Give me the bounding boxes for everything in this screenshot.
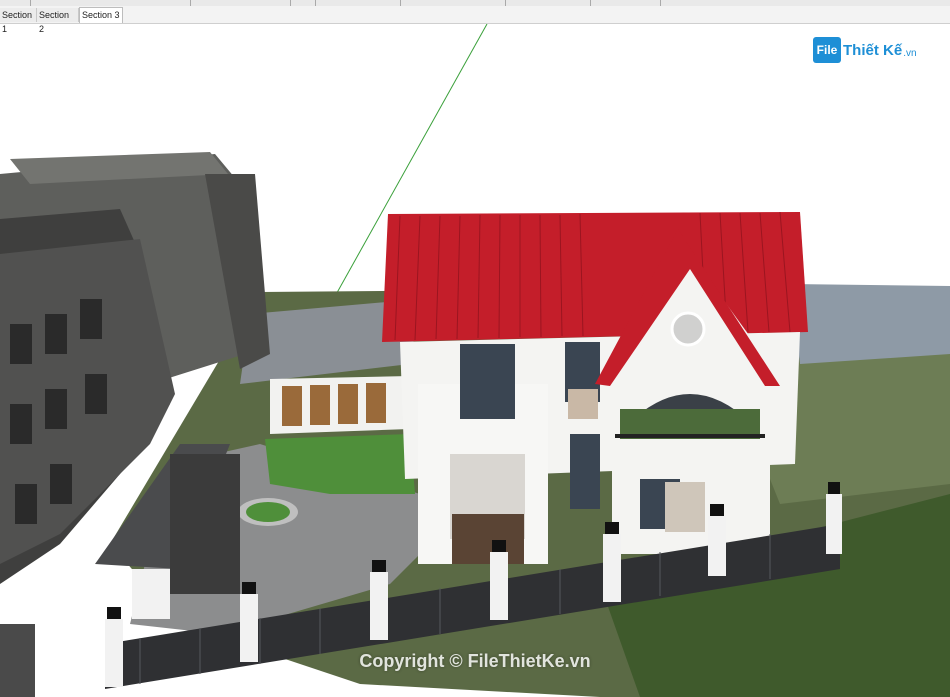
upper-window bbox=[460, 344, 515, 419]
gate-pillar bbox=[132, 569, 170, 619]
logo-badge: File bbox=[813, 37, 841, 63]
model-viewport[interactable]: File Thiết Kế .vn bbox=[0, 24, 950, 697]
porch-floor bbox=[452, 514, 524, 564]
lawn bbox=[265, 434, 415, 494]
tab-section-2[interactable]: Section 2 bbox=[37, 8, 79, 34]
tile-panel bbox=[568, 389, 598, 419]
brand-logo: File Thiết Kế .vn bbox=[813, 36, 943, 64]
tab-section-1[interactable]: Section 1 bbox=[0, 8, 37, 34]
road-patch bbox=[790, 284, 950, 364]
logo-tld: .vn bbox=[903, 47, 917, 59]
balcony-rail bbox=[615, 434, 765, 438]
logo-name: Thiết Kế bbox=[843, 41, 903, 59]
side-window-low bbox=[570, 434, 600, 509]
copyright-watermark: Copyright © FileThietKe.vn bbox=[359, 651, 591, 671]
tab-section-3[interactable]: Section 3 bbox=[79, 7, 123, 23]
round-window bbox=[670, 311, 706, 347]
gate-side-wall bbox=[170, 454, 240, 594]
gable-panel bbox=[665, 482, 705, 532]
scene-render[interactable] bbox=[0, 24, 950, 697]
scene-tab-bar: Section 1 Section 2 Section 3 bbox=[0, 6, 950, 34]
planter-lawn bbox=[246, 502, 290, 522]
